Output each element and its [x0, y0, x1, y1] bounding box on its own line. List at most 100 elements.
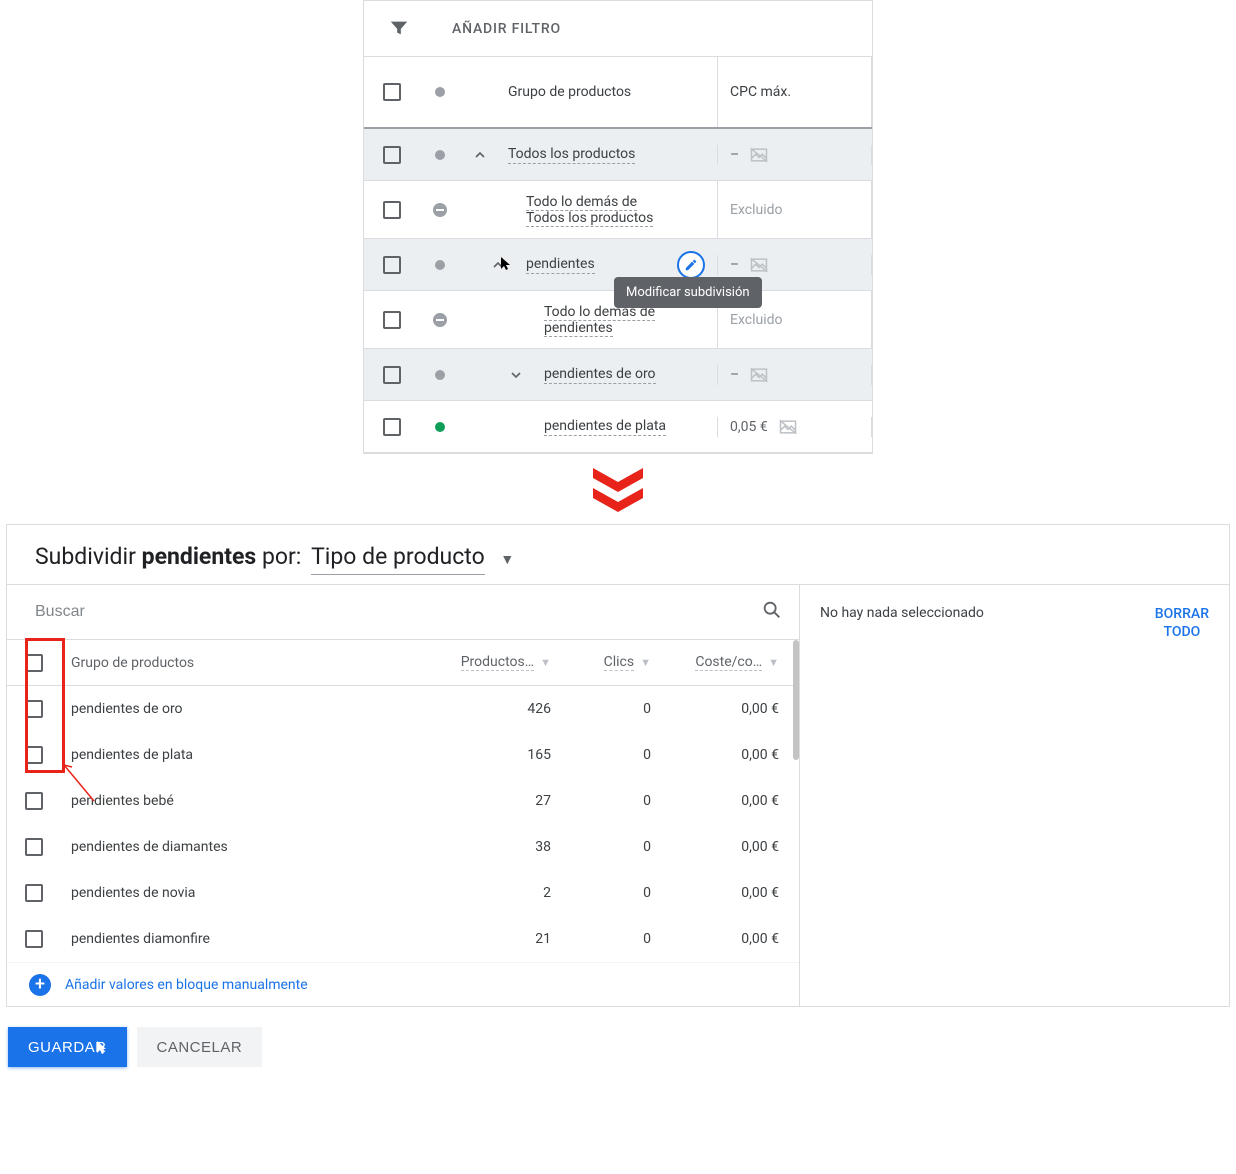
sub-row-checkbox[interactable] — [25, 746, 43, 764]
cpc-value: – — [730, 367, 739, 383]
select-all-checkbox[interactable] — [383, 83, 401, 101]
subdivide-row: pendientes bebé2700,00 € — [7, 778, 799, 824]
clear-all-button[interactable]: BORRARTODO — [1155, 605, 1209, 641]
row-checkbox[interactable] — [383, 146, 401, 164]
filter-row: AÑADIR FILTRO — [364, 1, 872, 57]
sub-row-products: 21 — [429, 931, 559, 947]
sub-row-cost: 0,00 € — [659, 931, 779, 947]
header-cpc-max: CPC máx. — [730, 84, 791, 100]
dialog-actions: GUARDAR CANCELAR — [0, 1007, 1236, 1107]
sub-row-products: 2 — [429, 885, 559, 901]
sub-row-clicks: 0 — [559, 747, 659, 763]
cancel-button[interactable]: CANCELAR — [137, 1027, 263, 1067]
search-input[interactable] — [35, 603, 761, 621]
col-group: Grupo de productos — [71, 655, 194, 671]
subdivide-table: Grupo de productos Productos… ▼ Clics ▼ Co… — [7, 639, 799, 962]
sub-row-clicks: 0 — [559, 839, 659, 855]
no-image-icon — [778, 417, 798, 437]
cpc-value: Excluido — [730, 312, 783, 328]
no-image-icon — [749, 145, 769, 165]
sort-caret-icon: ▼ — [640, 656, 651, 669]
sub-row-products: 165 — [429, 747, 559, 763]
sort-caret-icon: ▼ — [768, 656, 779, 669]
table-row: Todos los productos – — [364, 129, 872, 181]
save-button[interactable]: GUARDAR — [8, 1027, 127, 1067]
scrollbar[interactable] — [793, 640, 799, 760]
sub-row-checkbox[interactable] — [25, 792, 43, 810]
search-icon[interactable] — [761, 599, 783, 625]
row-checkbox[interactable] — [383, 311, 401, 329]
sub-row-cost: 0,00 € — [659, 747, 779, 763]
dialog-title: Subdividir pendientes por: Tipo de produ… — [7, 525, 1229, 584]
row-checkbox[interactable] — [383, 201, 401, 219]
sub-row-name: pendientes de oro — [61, 701, 429, 717]
sub-row-products: 426 — [429, 701, 559, 717]
sub-row-cost: 0,00 € — [659, 793, 779, 809]
subdivide-row: pendientes de diamantes3800,00 € — [7, 824, 799, 870]
product-groups-panel: AÑADIR FILTRO Grupo de productos CPC máx… — [363, 0, 873, 454]
product-group-name[interactable]: Todo lo demás deTodos los productos — [526, 194, 653, 226]
col-products[interactable]: Productos… — [461, 654, 534, 671]
chevron-down-icon[interactable] — [508, 367, 524, 383]
sub-row-cost: 0,00 € — [659, 839, 779, 855]
subdivide-select-all-checkbox[interactable] — [25, 654, 43, 672]
sub-row-name: pendientes diamonfire — [61, 931, 429, 947]
status-dot-icon — [435, 260, 445, 270]
subdivide-header-row: Grupo de productos Productos… ▼ Clics ▼ Co… — [7, 640, 799, 686]
row-checkbox[interactable] — [383, 418, 401, 436]
sub-row-checkbox[interactable] — [25, 930, 43, 948]
sub-row-checkbox[interactable] — [25, 838, 43, 856]
tooltip: Modificar subdivisión — [614, 277, 762, 308]
sub-row-checkbox[interactable] — [25, 884, 43, 902]
table-header-row: Grupo de productos CPC máx. — [364, 57, 872, 129]
no-image-icon — [749, 255, 769, 275]
sub-row-name: pendientes de plata — [61, 747, 429, 763]
chevron-up-icon[interactable] — [472, 147, 488, 163]
table-row: Todo lo demás deTodos los productos Exclu… — [364, 181, 872, 239]
product-group-name[interactable]: Todo lo demás dependientes — [544, 304, 655, 336]
edit-subdivision-button[interactable] — [677, 251, 705, 279]
sort-caret-icon: ▼ — [540, 656, 551, 669]
table-row: pendientes–Modificar subdivisión — [364, 239, 872, 291]
status-excluded-icon — [433, 313, 447, 327]
subdivide-row: pendientes de oro42600,00 € — [7, 686, 799, 732]
product-group-name[interactable]: Todos los productos — [508, 146, 635, 164]
sub-row-clicks: 0 — [559, 931, 659, 947]
sub-row-clicks: 0 — [559, 701, 659, 717]
filter-icon[interactable] — [388, 17, 412, 41]
selection-empty-text: No hay nada seleccionado — [820, 605, 984, 621]
sub-row-clicks: 0 — [559, 885, 659, 901]
status-dot-icon — [435, 370, 445, 380]
status-dot-icon — [435, 150, 445, 160]
sub-row-products: 27 — [429, 793, 559, 809]
sub-row-name: pendientes de novia — [61, 885, 429, 901]
subdivide-dialog: Subdividir pendientes por: Tipo de produ… — [6, 524, 1230, 1007]
chevron-up-icon[interactable] — [490, 257, 506, 273]
no-image-icon — [749, 365, 769, 385]
subdivide-row: pendientes de plata16500,00 € — [7, 732, 799, 778]
row-checkbox[interactable] — [383, 256, 401, 274]
status-dot-icon — [435, 422, 445, 432]
table-row: pendientes de plata0,05 € — [364, 401, 872, 453]
product-group-name[interactable]: pendientes de plata — [544, 418, 666, 436]
sub-row-cost: 0,00 € — [659, 885, 779, 901]
col-clicks[interactable]: Clics — [604, 654, 634, 671]
chevron-down-icon: ▼ — [500, 552, 514, 568]
col-cost[interactable]: Coste/co… — [695, 654, 762, 671]
product-group-name[interactable]: pendientes de oro — [544, 366, 656, 384]
sub-row-checkbox[interactable] — [25, 700, 43, 718]
cpc-value: Excluido — [730, 202, 783, 218]
header-product-group: Grupo de productos — [508, 84, 631, 100]
bulk-add-values-button[interactable]: + Añadir valores en bloque manualmente — [7, 962, 799, 1006]
sub-row-name: pendientes bebé — [61, 793, 429, 809]
sub-row-products: 38 — [429, 839, 559, 855]
sub-row-clicks: 0 — [559, 793, 659, 809]
subdivide-type-dropdown[interactable]: Tipo de producto — [311, 543, 485, 575]
row-checkbox[interactable] — [383, 366, 401, 384]
cpc-value: – — [730, 147, 739, 163]
subdivide-row: pendientes de novia200,00 € — [7, 870, 799, 916]
status-excluded-icon — [433, 203, 447, 217]
cpc-value: – — [730, 257, 739, 273]
add-filter-button[interactable]: AÑADIR FILTRO — [452, 21, 561, 37]
product-group-name[interactable]: pendientes — [526, 256, 595, 274]
